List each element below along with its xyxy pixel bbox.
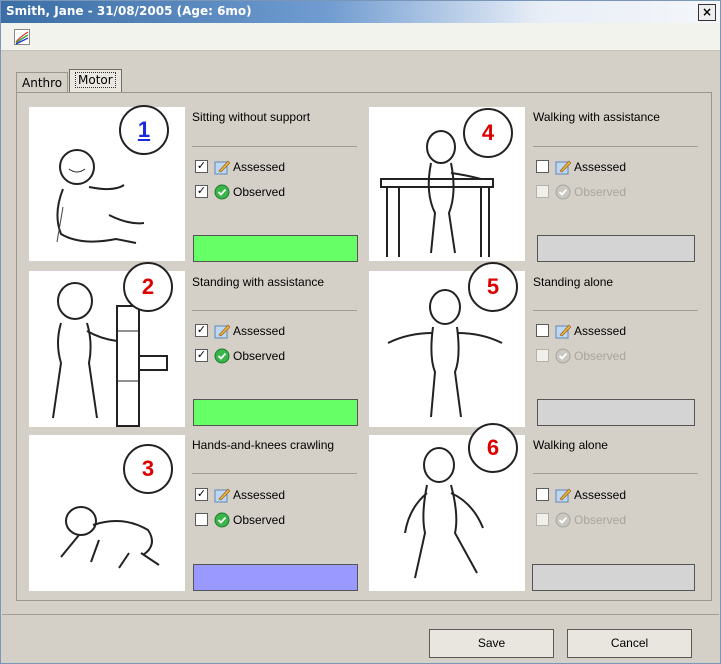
pencil-icon — [555, 160, 571, 175]
milestone-1-observed[interactable]: ✓ Observed — [195, 184, 345, 200]
milestone-4-number: 4 — [463, 108, 513, 158]
observed-label: Observed — [233, 185, 286, 199]
milestone-5-number: 5 — [468, 262, 518, 312]
assessed-checkbox[interactable] — [536, 324, 549, 337]
observed-checkbox — [536, 185, 549, 198]
assessed-label: Assessed — [574, 160, 627, 174]
observed-checkbox[interactable]: ✓ — [195, 185, 208, 198]
save-button[interactable]: Save — [429, 629, 554, 658]
check-circle-icon — [555, 184, 571, 200]
check-circle-icon — [214, 348, 230, 364]
pencil-icon — [214, 160, 230, 175]
milestone-6-divider — [533, 473, 698, 474]
check-circle-icon — [555, 348, 571, 364]
observed-label: Observed — [233, 349, 286, 363]
milestone-1-divider — [192, 146, 357, 147]
milestone-3-assessed[interactable]: ✓ Assessed — [195, 487, 345, 503]
assessed-label: Assessed — [574, 324, 627, 338]
observed-label: Observed — [574, 349, 627, 363]
pencil-icon — [555, 324, 571, 339]
milestone-5-label: Standing alone — [533, 275, 614, 289]
close-button[interactable]: × — [698, 4, 716, 21]
motor-panel: 1 Sitting without support ✓ Assessed ✓ O… — [16, 92, 712, 601]
milestone-1-number[interactable]: 1 — [119, 105, 169, 155]
assessed-label: Assessed — [233, 488, 286, 502]
cancel-button[interactable]: Cancel — [567, 629, 692, 658]
check-circle-icon — [214, 512, 230, 528]
window-title: Smith, Jane - 31/08/2005 (Age: 6mo) — [6, 4, 252, 18]
assessed-checkbox[interactable]: ✓ — [195, 488, 208, 501]
observed-label: Observed — [233, 513, 286, 527]
milestone-1-assessed[interactable]: ✓ Assessed — [195, 159, 345, 175]
milestone-4-divider — [533, 146, 698, 147]
milestone-3-label: Hands-and-knees crawling — [192, 438, 335, 452]
assessed-checkbox[interactable] — [536, 488, 549, 501]
milestone-4-observed: Observed — [536, 184, 686, 200]
milestone-3-divider — [192, 473, 357, 474]
milestone-5-divider — [533, 310, 698, 311]
check-circle-icon — [555, 512, 571, 528]
chart-icon[interactable] — [14, 29, 30, 45]
milestone-2-label: Standing with assistance — [192, 275, 325, 289]
app-window: Smith, Jane - 31/08/2005 (Age: 6mo) × An… — [0, 0, 721, 664]
observed-checkbox — [536, 513, 549, 526]
pencil-icon — [555, 488, 571, 503]
observed-checkbox[interactable] — [195, 513, 208, 526]
pencil-icon — [214, 488, 230, 503]
milestone-1-label: Sitting without support — [192, 110, 311, 124]
observed-checkbox[interactable]: ✓ — [195, 349, 208, 362]
title-bar: Smith, Jane - 31/08/2005 (Age: 6mo) × — [1, 1, 720, 23]
assessed-checkbox[interactable] — [536, 160, 549, 173]
milestone-6-label: Walking alone — [533, 438, 608, 452]
milestone-3-observed[interactable]: Observed — [195, 512, 345, 528]
assessed-label: Assessed — [233, 160, 286, 174]
assessed-checkbox[interactable]: ✓ — [195, 324, 208, 337]
milestone-5-status-bar — [537, 399, 695, 426]
milestone-3-number: 3 — [123, 444, 173, 494]
milestone-6-status-bar — [532, 564, 695, 591]
tab-anthro[interactable]: Anthro — [16, 72, 69, 93]
observed-checkbox — [536, 349, 549, 362]
milestone-6-assessed[interactable]: Assessed — [536, 487, 686, 503]
milestone-2-divider — [192, 310, 357, 311]
tab-motor-label: Motor — [75, 72, 116, 88]
assessed-label: Assessed — [574, 488, 627, 502]
toolbar — [1, 23, 720, 51]
footer-divider — [2, 614, 719, 615]
observed-label: Observed — [574, 513, 627, 527]
milestone-2-assessed[interactable]: ✓ Assessed — [195, 323, 345, 339]
milestone-5-assessed[interactable]: Assessed — [536, 323, 686, 339]
pencil-icon — [214, 324, 230, 339]
assessed-label: Assessed — [233, 324, 286, 338]
tab-motor[interactable]: Motor — [69, 69, 122, 93]
milestone-1-status-bar — [193, 235, 358, 262]
milestone-3-status-bar — [193, 564, 358, 591]
milestone-6-observed: Observed — [536, 512, 686, 528]
milestone-2-status-bar — [193, 399, 358, 426]
milestone-4-status-bar — [537, 235, 695, 262]
milestone-4-label: Walking with assistance — [533, 110, 660, 124]
milestone-2-number: 2 — [123, 262, 173, 312]
milestone-6-number: 6 — [468, 423, 518, 473]
milestone-4-assessed[interactable]: Assessed — [536, 159, 686, 175]
milestone-2-observed[interactable]: ✓ Observed — [195, 348, 345, 364]
check-circle-icon — [214, 184, 230, 200]
assessed-checkbox[interactable]: ✓ — [195, 160, 208, 173]
observed-label: Observed — [574, 185, 627, 199]
milestone-5-observed: Observed — [536, 348, 686, 364]
